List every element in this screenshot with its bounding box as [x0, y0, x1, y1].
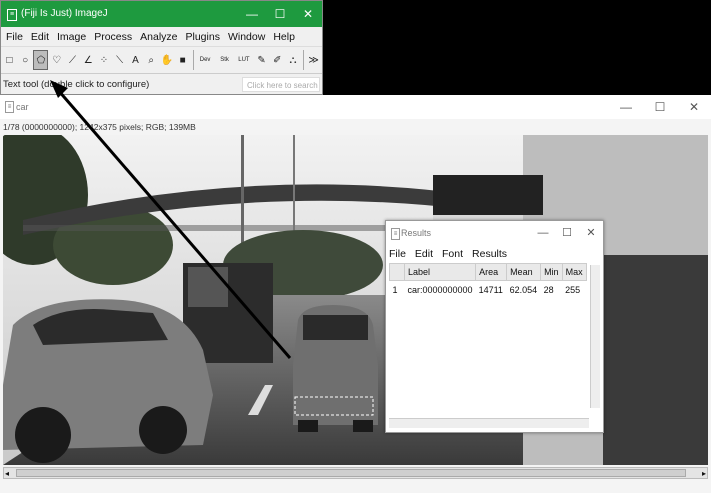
status-text: Text tool (double click to configure)	[3, 79, 150, 90]
cell-area: 14711	[478, 285, 503, 295]
minimize-icon[interactable]: —	[531, 221, 555, 245]
horizontal-scrollbar[interactable]: ◂ ▸	[3, 467, 708, 479]
column-header-index[interactable]	[389, 263, 405, 281]
search-input[interactable]: Click here to search	[242, 77, 320, 92]
hand-tool-icon[interactable]: ✋	[160, 50, 175, 70]
results-menu-edit[interactable]: Edit	[415, 248, 442, 260]
image-info-subtitle: 1/78 (0000000000); 1242x375 pixels; RGB;…	[3, 122, 196, 132]
maximize-icon[interactable]: ☐	[266, 1, 294, 27]
fiji-app-icon: ≡	[7, 9, 17, 21]
results-menubar: File Edit Font Results	[386, 245, 603, 263]
column-header-min[interactable]: Min	[540, 263, 563, 281]
results-menu-file[interactable]: File	[389, 248, 415, 260]
fiji-status-row: Text tool (double click to configure) Cl…	[1, 74, 322, 96]
fiji-main-window: ≡ (Fiji Is Just) ImageJ — ☐ ✕ File Edit …	[0, 0, 323, 95]
menu-file[interactable]: File	[3, 31, 28, 43]
image-window: ≡ car — ☐ ✕ 1/78 (0000000000); 1242x375 …	[0, 95, 711, 493]
stacks-tool-icon[interactable]: Stk	[215, 50, 233, 70]
lut-tool-icon[interactable]: LUT	[235, 50, 253, 70]
cell-mean: 62.054	[509, 285, 538, 295]
menu-process[interactable]: Process	[91, 31, 137, 43]
table-row[interactable]: 1 car:0000000000 14711 62.054 28 255	[390, 281, 587, 300]
pencil-tool-icon[interactable]: ✎	[254, 50, 269, 70]
straight-line-tool-icon[interactable]: ⟋	[65, 50, 80, 70]
menu-edit[interactable]: Edit	[28, 31, 54, 43]
fiji-titlebar[interactable]: ≡ (Fiji Is Just) ImageJ — ☐ ✕	[1, 1, 322, 27]
maximize-icon[interactable]: ☐	[643, 95, 677, 119]
column-header-area[interactable]: Area	[475, 263, 508, 281]
maximize-icon[interactable]: ☐	[555, 221, 579, 245]
cell-index: 1	[392, 285, 398, 295]
image-window-title: car	[16, 102, 29, 112]
close-icon[interactable]: ✕	[677, 95, 711, 119]
point-tool-icon[interactable]: ⁘	[97, 50, 112, 70]
column-header-mean[interactable]: Mean	[506, 263, 542, 281]
column-header-max[interactable]: Max	[561, 263, 587, 281]
results-vertical-scrollbar[interactable]	[590, 265, 600, 408]
column-header-label[interactable]: Label	[403, 263, 477, 281]
toolbar-separator	[303, 50, 305, 70]
oval-tool-icon[interactable]: ○	[18, 50, 33, 70]
toolbar-separator	[192, 50, 194, 70]
wand-tool-icon[interactable]: ⟍	[112, 50, 127, 70]
fiji-window-title: (Fiji Is Just) ImageJ	[21, 8, 108, 19]
results-menu-font[interactable]: Font	[442, 248, 472, 260]
more-tools-icon[interactable]: ≫	[306, 50, 321, 70]
minimize-icon[interactable]: —	[238, 1, 266, 27]
results-app-icon: ≡	[391, 228, 400, 240]
image-window-titlebar[interactable]: ≡ car — ☐ ✕	[0, 95, 711, 119]
fiji-menubar: File Edit Image Process Analyze Plugins …	[1, 27, 322, 46]
close-icon[interactable]: ✕	[294, 1, 322, 27]
flood-fill-tool-icon[interactable]: ⛬	[286, 50, 301, 70]
menu-plugins[interactable]: Plugins	[183, 31, 225, 43]
fiji-toolbar: □ ○ ⬠ ♡ ⟋ ∠ ⁘ ⟍ A ⌕ ✋ ■ Dev Stk LUT ✎ ✐ …	[1, 46, 322, 74]
scrollbar-thumb[interactable]	[16, 469, 686, 477]
results-window-title: Results	[401, 228, 432, 238]
results-menu-results[interactable]: Results	[472, 248, 516, 260]
polygon-tool-icon[interactable]: ⬠	[33, 50, 49, 70]
results-horizontal-scrollbar[interactable]	[389, 418, 589, 428]
results-header-row: Label Area Mean Min Max	[389, 263, 587, 281]
close-icon[interactable]: ✕	[579, 221, 603, 245]
scroll-left-icon[interactable]: ◂	[5, 469, 9, 478]
minimize-icon[interactable]: —	[609, 95, 643, 119]
menu-analyze[interactable]: Analyze	[137, 31, 182, 43]
scroll-right-icon[interactable]: ▸	[702, 469, 706, 478]
rectangle-tool-icon[interactable]: □	[2, 50, 17, 70]
results-table: Label Area Mean Min Max 1 car:0000000000…	[389, 263, 587, 299]
menu-image[interactable]: Image	[54, 31, 91, 43]
menu-window[interactable]: Window	[225, 31, 270, 43]
text-tool-icon[interactable]: A	[128, 50, 143, 70]
freehand-tool-icon[interactable]: ♡	[49, 50, 64, 70]
cell-min: 28	[543, 285, 554, 295]
menu-help[interactable]: Help	[270, 31, 300, 43]
dev-tool-icon[interactable]: Dev	[196, 50, 214, 70]
color-picker-tool-icon[interactable]: ■	[175, 50, 190, 70]
results-titlebar[interactable]: ≡ Results — ☐ ✕	[386, 221, 603, 245]
angle-tool-icon[interactable]: ∠	[81, 50, 96, 70]
cell-max: 255	[565, 285, 581, 295]
brush-tool-icon[interactable]: ✐	[270, 50, 285, 70]
cell-label: car:0000000000	[407, 285, 473, 295]
results-window: ≡ Results — ☐ ✕ File Edit Font Results L…	[385, 220, 604, 433]
image-window-app-icon: ≡	[5, 101, 14, 113]
magnifier-tool-icon[interactable]: ⌕	[144, 50, 159, 70]
